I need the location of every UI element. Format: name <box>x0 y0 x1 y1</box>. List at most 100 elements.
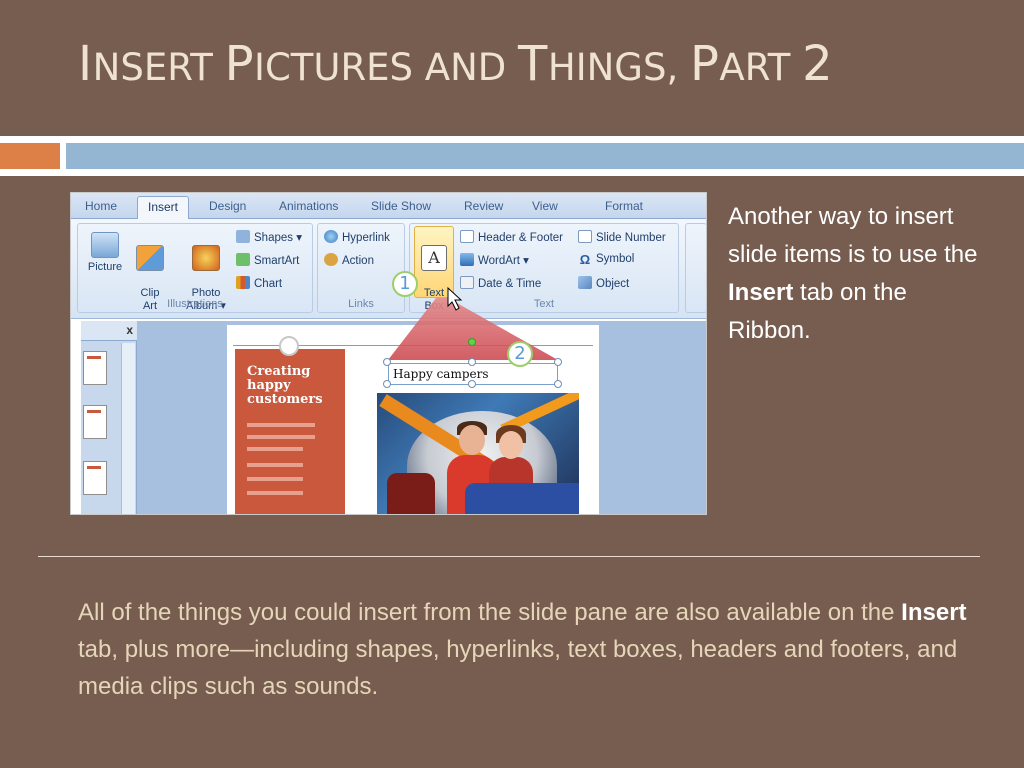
object-icon <box>578 276 592 289</box>
date-time-label: Date & Time <box>478 278 542 290</box>
slide-number-button[interactable]: Slide Number <box>578 230 666 244</box>
slide-editing-area: Creating happy customers <box>137 321 706 514</box>
text-line <box>247 447 303 451</box>
group-illustrations: Picture Clip Art Photo Album ▾ Shapes ▾ … <box>77 223 313 313</box>
resize-handle[interactable] <box>554 380 562 388</box>
symbol-label: Symbol <box>596 253 635 265</box>
title-rest-1: nsert <box>92 46 225 89</box>
header-footer-label: Header & Footer <box>478 232 564 244</box>
symbol-button[interactable]: Ω Symbol <box>578 252 635 267</box>
object-button[interactable]: Object <box>578 276 629 290</box>
tab-review[interactable]: Review <box>464 199 503 213</box>
wordart-button[interactable]: WordArt ▾ <box>460 253 529 267</box>
header-footer-button[interactable]: Header & Footer <box>460 230 563 244</box>
text-line <box>247 463 303 467</box>
date-time-icon <box>460 276 474 289</box>
rotation-handle[interactable] <box>468 338 476 346</box>
camper-face <box>499 431 523 459</box>
title-rest-4: art <box>719 46 803 89</box>
slide-title: Insert Pictures and Things, Part 2 <box>78 36 978 106</box>
picture-button[interactable]: Picture <box>84 232 126 274</box>
resize-handle[interactable] <box>468 380 476 388</box>
sleeping-bag <box>465 483 579 514</box>
bottom-text-part: tab, plus more—including shapes, hyperli… <box>78 636 958 700</box>
ribbon-tabs: Home Insert Design Animations Slide Show… <box>71 193 706 220</box>
title-letter-5: 2 <box>802 36 834 92</box>
pane-scrollbar[interactable] <box>121 343 135 514</box>
omega-icon: Ω <box>579 252 591 267</box>
slide-red-panel: Creating happy customers <box>235 349 345 514</box>
slide-number-icon <box>578 230 592 243</box>
tab-slide-show[interactable]: Slide Show <box>371 199 431 213</box>
placeholder-ring-icon <box>279 336 299 356</box>
smartart-button[interactable]: SmartArt <box>236 253 299 267</box>
links-group-label: Links <box>348 298 374 310</box>
tab-insert[interactable]: Insert <box>137 196 190 220</box>
bottom-text-part: All of the things you could insert from … <box>78 599 902 626</box>
text-line <box>247 435 315 439</box>
title-letter-2: P <box>224 36 255 92</box>
smartart-label: SmartArt <box>254 255 300 267</box>
callout-2: 2 <box>507 341 533 367</box>
backpack <box>387 473 435 514</box>
resize-handle[interactable] <box>554 358 562 366</box>
title-rest-2: ictures and <box>254 46 519 89</box>
text-line <box>247 491 303 495</box>
bottom-paragraph: All of the things you could insert from … <box>78 594 998 705</box>
resize-handle[interactable] <box>383 358 391 366</box>
accent-bar-orange <box>0 143 60 169</box>
picture-icon <box>91 232 119 258</box>
chart-label: Chart <box>254 278 283 290</box>
title-rest-3: hings, <box>547 46 690 89</box>
text-box-icon: A <box>421 245 447 271</box>
tab-home[interactable]: Home <box>85 199 117 213</box>
group-links: Hyperlink Action Links <box>317 223 405 313</box>
slides-pane-header: x <box>81 321 137 341</box>
slides-pane: x <box>81 321 137 514</box>
header-footer-icon <box>460 230 474 243</box>
tab-format[interactable]: Format <box>605 199 643 213</box>
resize-handle[interactable] <box>468 358 476 366</box>
picture-label: Picture <box>87 261 123 273</box>
hyperlink-label: Hyperlink <box>342 232 390 244</box>
accent-bar-blue <box>66 143 1024 169</box>
hyperlink-icon <box>324 230 338 243</box>
slide-thumbnail[interactable] <box>83 351 107 385</box>
camper-face <box>459 425 485 455</box>
title-letter-4: P <box>689 36 720 92</box>
tab-view[interactable]: View <box>532 199 558 213</box>
slide-thumbnail[interactable] <box>83 405 107 439</box>
chart-icon <box>236 276 250 289</box>
resize-handle[interactable] <box>383 380 391 388</box>
smartart-icon <box>236 253 250 266</box>
tab-animations[interactable]: Animations <box>279 199 338 213</box>
ribbon: Picture Clip Art Photo Album ▾ Shapes ▾ … <box>71 219 706 319</box>
object-label: Object <box>596 278 630 290</box>
ribbon-screenshot: Home Insert Design Animations Slide Show… <box>70 192 707 515</box>
slide-heading: Creating happy customers <box>247 364 323 407</box>
title-letter-1: I <box>78 36 93 92</box>
text-line <box>247 477 303 481</box>
date-time-button[interactable]: Date & Time <box>460 276 541 290</box>
slide-number-label: Slide Number <box>596 232 666 244</box>
right-text-part: Another way to insert slide items is to … <box>728 203 978 268</box>
shapes-label: Shapes ▾ <box>254 232 302 244</box>
slide-thumbnail[interactable] <box>83 461 107 495</box>
chart-button[interactable]: Chart <box>236 276 282 290</box>
action-button[interactable]: Action <box>324 253 374 267</box>
wordart-label: WordArt ▾ <box>478 255 529 267</box>
wordart-icon <box>460 253 474 266</box>
shapes-icon <box>236 230 250 243</box>
right-text-bold: Insert <box>728 279 794 306</box>
illustrations-group-label: Illustrations <box>167 298 223 310</box>
callout-1: 1 <box>392 271 418 297</box>
campers-photo <box>377 393 579 514</box>
tab-design[interactable]: Design <box>209 199 246 213</box>
action-label: Action <box>342 255 374 267</box>
clip-art-icon <box>136 245 164 271</box>
right-paragraph: Another way to insert slide items is to … <box>728 198 988 350</box>
close-icon[interactable]: x <box>126 323 133 337</box>
text-group-label: Text <box>533 298 555 310</box>
shapes-button[interactable]: Shapes ▾ <box>236 230 302 244</box>
hyperlink-button[interactable]: Hyperlink <box>324 230 390 244</box>
